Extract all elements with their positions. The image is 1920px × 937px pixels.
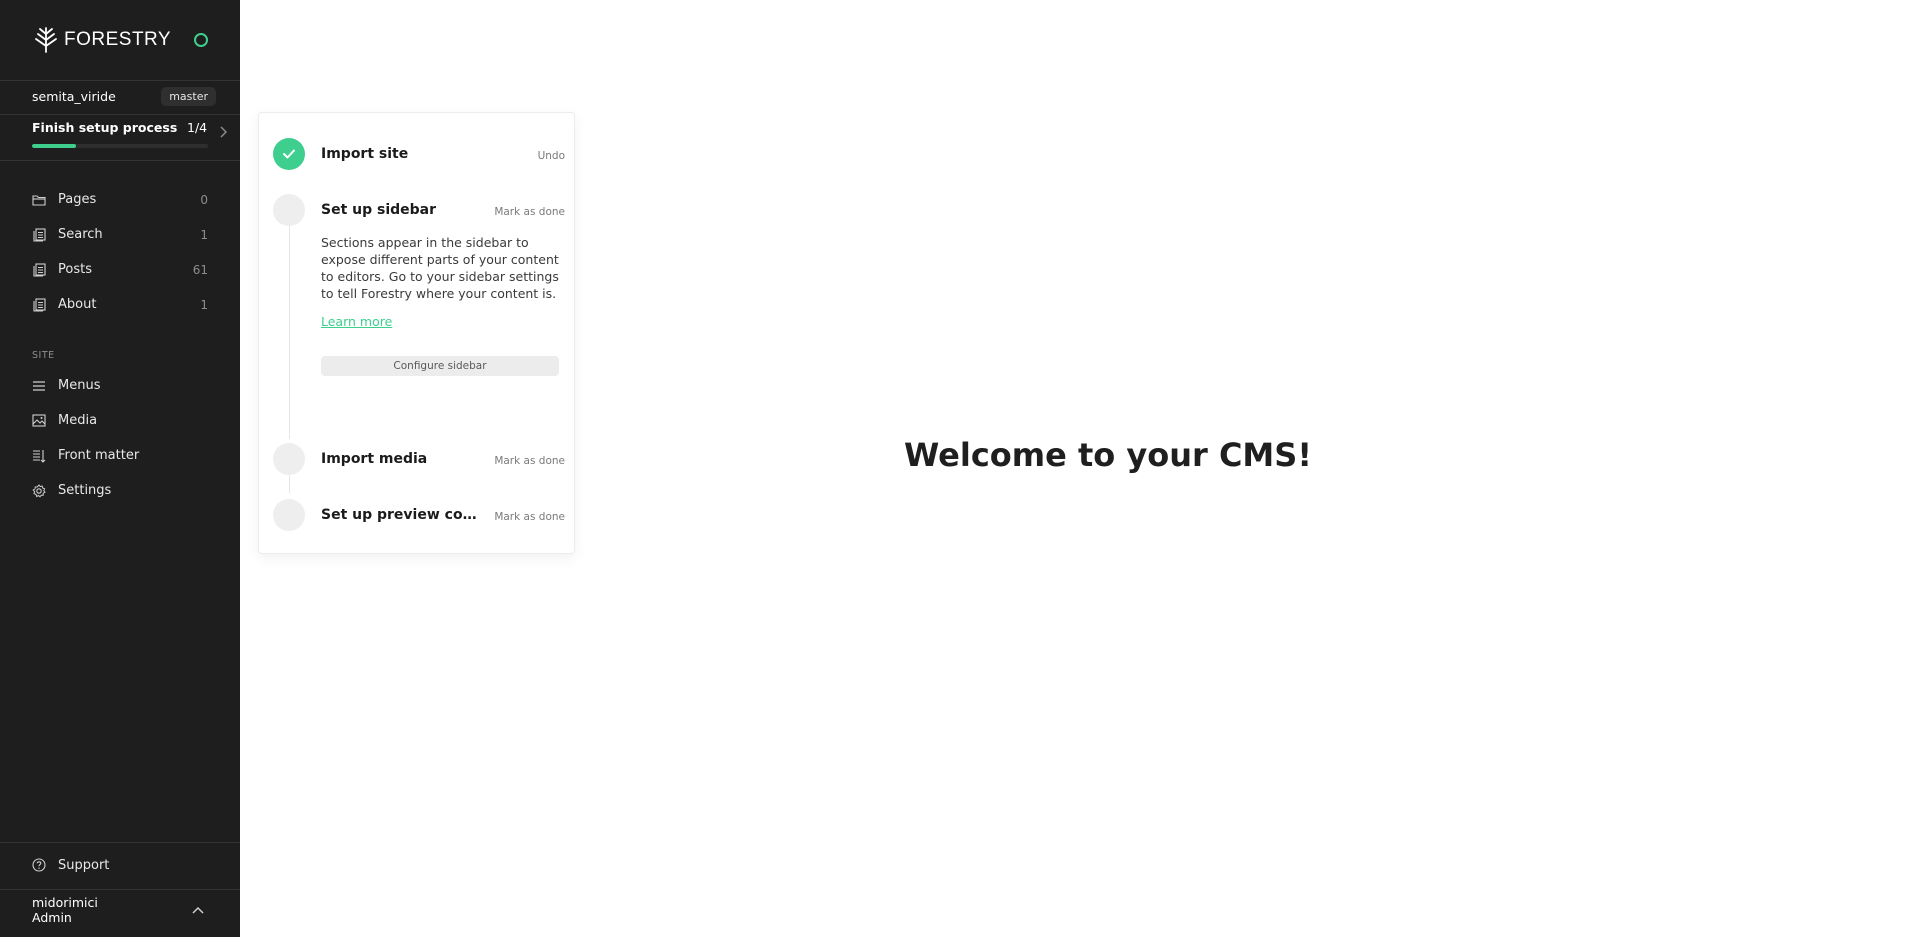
brand-name: FORESTRY (64, 29, 172, 50)
user-menu[interactable]: midorimici Admin (32, 895, 212, 925)
content-nav: Pages 0 Search 1 Posts 61 About 1 (32, 182, 208, 322)
image-icon (32, 414, 46, 428)
sidebar-item-label: Pages (58, 192, 97, 207)
step-title: Import site (321, 146, 409, 162)
divider (0, 114, 240, 115)
help-icon (32, 858, 46, 872)
support-link[interactable]: Support (32, 855, 109, 875)
step-description: Sections appear in the sidebar to expose… (321, 235, 559, 301)
folder-icon (32, 193, 46, 207)
sidebar: FORESTRY semita_viride master Finish set… (0, 0, 240, 937)
setup-count: 1/4 (187, 120, 208, 135)
tree-logo-icon (35, 27, 57, 53)
sidebar-item-label: Search (58, 227, 103, 242)
step-title: Set up sidebar (321, 202, 437, 218)
divider (0, 80, 240, 81)
chevron-up-icon (192, 903, 204, 917)
sidebar-item-label: Menus (58, 378, 101, 393)
site-nav: Menus Media Front matter Settings (32, 368, 208, 508)
document-icon (32, 297, 46, 312)
support-label: Support (58, 857, 110, 873)
sidebar-item-label: Posts (58, 262, 92, 277)
setup-title: Finish setup process (32, 120, 178, 135)
sidebar-item-media[interactable]: Media (32, 403, 208, 438)
user-name: midorimici (32, 895, 98, 910)
sidebar-item-label: Settings (58, 483, 112, 498)
item-count: 61 (192, 262, 208, 277)
mark-as-done-button[interactable]: Mark as done (494, 455, 565, 467)
setup-progress-bar (32, 144, 208, 148)
front-matter-icon (32, 449, 46, 463)
user-role: Admin (32, 910, 72, 925)
site-name: semita_viride (32, 88, 116, 104)
document-icon (32, 227, 46, 242)
configure-sidebar-button[interactable]: Configure sidebar (321, 356, 559, 376)
document-icon (32, 262, 46, 277)
welcome-heading: Welcome to your CMS! (904, 436, 1312, 474)
menu-icon (32, 379, 46, 393)
step-pending-circle-icon (273, 499, 305, 531)
sidebar-item-search[interactable]: Search 1 (32, 217, 208, 252)
section-label-site: SITE (32, 350, 55, 361)
sync-status-icon (194, 33, 208, 47)
sidebar-item-label: About (58, 297, 97, 312)
sidebar-item-front-matter[interactable]: Front matter (32, 438, 208, 473)
divider (0, 842, 240, 843)
sidebar-item-about[interactable]: About 1 (32, 287, 208, 322)
divider (0, 160, 240, 161)
divider (0, 889, 240, 890)
sidebar-item-pages[interactable]: Pages 0 (32, 182, 208, 217)
gear-icon (32, 483, 46, 498)
item-count: 1 (200, 227, 208, 242)
step-pending-circle-icon (273, 194, 305, 226)
sidebar-item-settings[interactable]: Settings (32, 473, 208, 508)
undo-button[interactable]: Undo (538, 150, 565, 162)
forestry-logo[interactable]: FORESTRY (32, 26, 212, 54)
setup-progress-fill (32, 144, 76, 148)
step-complete-check-icon (273, 138, 305, 170)
timeline-line (289, 217, 290, 439)
sidebar-item-label: Media (58, 413, 98, 428)
item-count: 0 (200, 192, 208, 207)
step-pending-circle-icon (273, 443, 305, 475)
step-title: Set up preview com… (321, 507, 481, 523)
step-title: Import media (321, 451, 428, 467)
sidebar-item-menus[interactable]: Menus (32, 368, 208, 403)
sidebar-item-posts[interactable]: Posts 61 (32, 252, 208, 287)
finish-setup-toggle[interactable]: Finish setup process 1/4 (32, 120, 232, 152)
item-count: 1 (200, 297, 208, 312)
site-selector[interactable]: semita_viride master (32, 86, 216, 106)
chevron-right-icon (220, 126, 228, 142)
learn-more-link[interactable]: Learn more (321, 314, 392, 329)
branch-badge[interactable]: master (161, 86, 216, 106)
sidebar-item-label: Front matter (58, 448, 140, 463)
mark-as-done-button[interactable]: Mark as done (494, 511, 565, 523)
mark-as-done-button[interactable]: Mark as done (494, 206, 565, 218)
setup-checklist-panel: Import site Undo Set up sidebar Mark as … (258, 112, 575, 554)
